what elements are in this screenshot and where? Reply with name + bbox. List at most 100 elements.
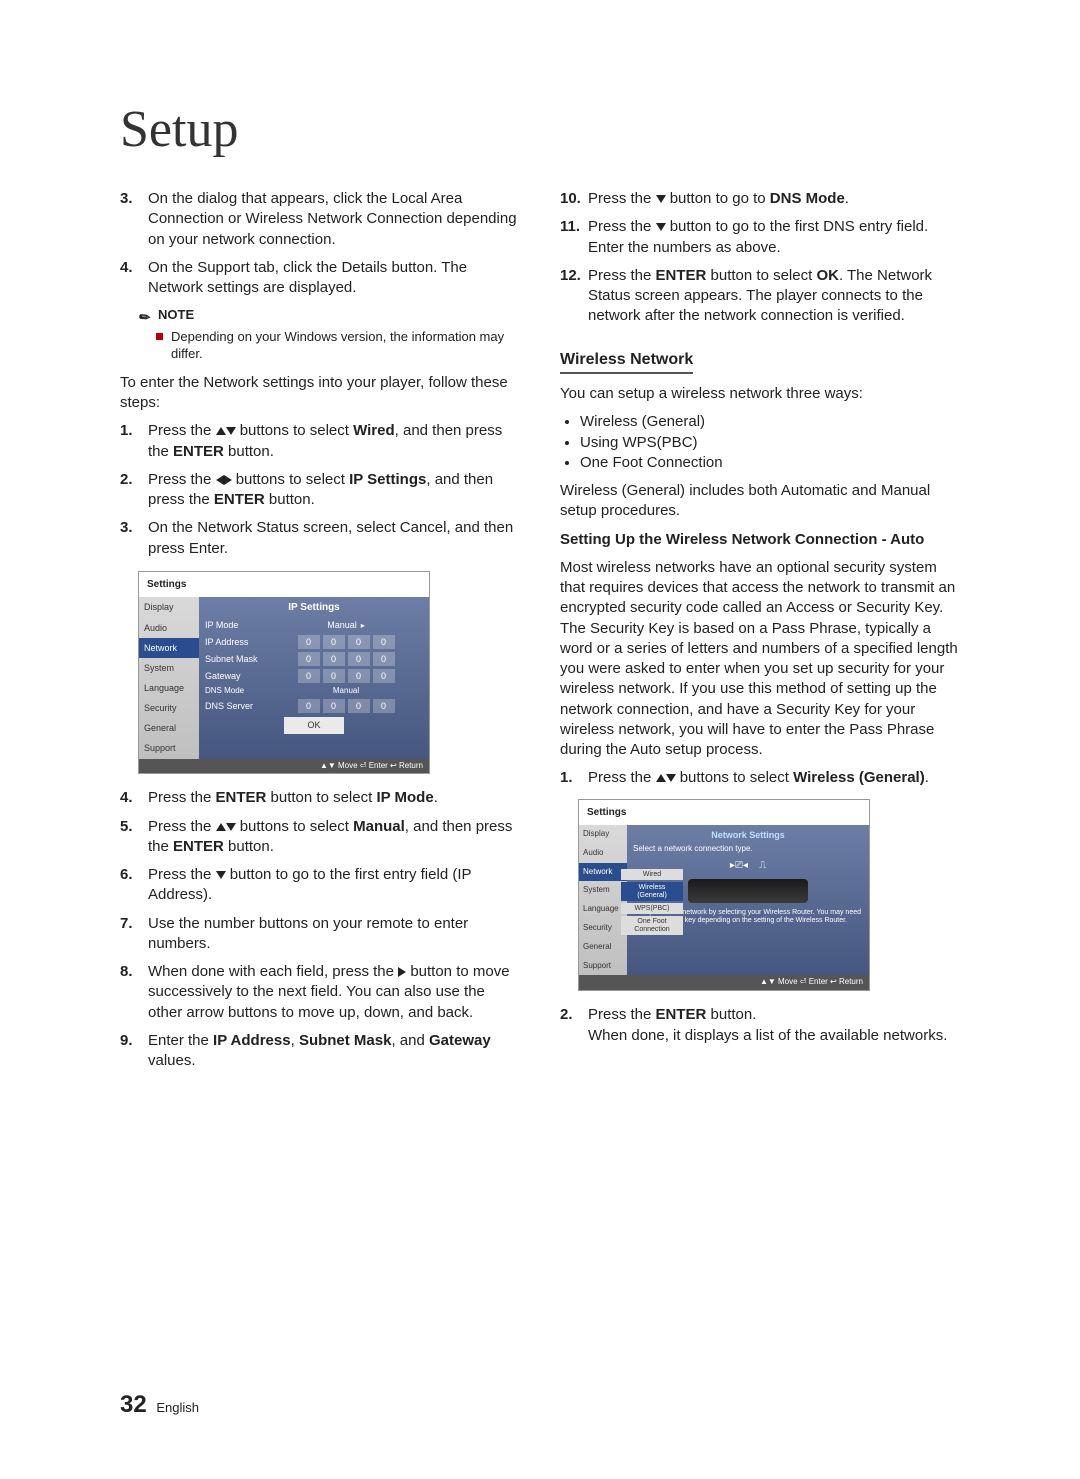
list-number: 12. [560, 266, 588, 327]
step-text: Use the number buttons on your remote to… [148, 914, 520, 955]
ip-octets: 0000 [269, 635, 423, 649]
hint-bar: ▲▼ Move ⏎ Enter ↩ Return [579, 975, 869, 990]
shot-sidebar: Display Audio Network System Language Se… [579, 825, 627, 975]
right-icon [398, 967, 406, 977]
ip-octets: 0000 [269, 669, 423, 683]
step-text: Press the buttons to select Manual, and … [148, 817, 520, 858]
list-number: 8. [120, 962, 148, 1023]
bullet-icon [156, 333, 163, 340]
paragraph: Wireless (General) includes both Automat… [560, 481, 960, 522]
sidebar-item-selected: Network [139, 638, 199, 658]
down-icon [656, 195, 666, 203]
step-text: On the Support tab, click the Details bu… [148, 258, 520, 299]
ip-octets: 0000 [269, 652, 423, 666]
list-number: 4. [120, 788, 148, 808]
step-text: Press the buttons to select IP Settings,… [148, 470, 520, 511]
down-icon [226, 823, 236, 831]
list-number: 2. [560, 1005, 588, 1046]
sidebar-item: General [139, 718, 199, 738]
list-number: 3. [120, 518, 148, 559]
sidebar-item: System [139, 658, 199, 678]
note-label: NOTE [158, 306, 194, 324]
subheading: Setting Up the Wireless Network Connecti… [560, 530, 960, 550]
note-header: ✎ NOTE [138, 306, 520, 324]
down-icon [666, 774, 676, 782]
option-wps: WPS(PBC) [621, 903, 683, 914]
sidebar-item: Security [139, 698, 199, 718]
list-number: 1. [560, 768, 588, 788]
step-text: Press the button to go to the first entr… [148, 865, 520, 906]
paragraph: To enter the Network settings into your … [120, 373, 520, 414]
connection-options: Wired Wireless (General) WPS(PBC) One Fo… [621, 869, 683, 935]
chevron-right-icon: ▸ [361, 621, 365, 630]
sidebar-item-selected: Network [579, 863, 627, 882]
list-item: Wireless (General) [580, 412, 960, 432]
field-value: Manual [269, 686, 423, 697]
step-text: On the dialog that appears, click the Lo… [148, 189, 520, 250]
up-icon [656, 774, 666, 782]
field-value: Manual▸ [269, 619, 423, 632]
ip-octets: 0000 [269, 699, 423, 713]
network-settings-screenshot: Settings Display Audio Network System La… [578, 799, 870, 992]
field-label: DNS Mode [205, 686, 269, 697]
sidebar-item: Support [579, 957, 627, 976]
ok-button: OK [284, 717, 344, 733]
sidebar-item: General [579, 938, 627, 957]
shot-title: Settings [139, 572, 429, 598]
sidebar-item: Display [579, 825, 627, 844]
list-item: One Foot Connection [580, 453, 960, 473]
up-icon [216, 823, 226, 831]
shot-title: Settings [579, 800, 869, 826]
option-wireless-general: Wireless (General) [621, 882, 683, 901]
list-number: 11. [560, 217, 588, 258]
down-icon [216, 871, 226, 879]
down-icon [656, 223, 666, 231]
paragraph: Most wireless networks have an optional … [560, 558, 960, 761]
footer-language: English [156, 1400, 199, 1415]
list-number: 7. [120, 914, 148, 955]
panel-title: Network Settings [633, 829, 863, 841]
page-title: Setup [120, 100, 960, 159]
option-onefoot: One Foot Connection [621, 916, 683, 935]
sidebar-item: Support [139, 738, 199, 758]
list-item: Using WPS(PBC) [580, 433, 960, 453]
field-label: DNS Server [205, 700, 269, 712]
hint-bar: ▲▼ Move ⏎ Enter ↩ Return [139, 759, 429, 774]
paragraph: You can setup a wireless network three w… [560, 384, 960, 404]
list-number: 10. [560, 189, 588, 209]
sidebar-item: Security [579, 919, 627, 938]
prompt-text: Select a network connection type. [633, 844, 863, 855]
right-column: 10.Press the button to go to DNS Mode. 1… [560, 189, 960, 1079]
note-text: Depending on your Windows version, the i… [171, 328, 520, 363]
left-icon [216, 475, 224, 485]
step-text: Press the button to go to the first DNS … [588, 217, 960, 258]
step-text: When done with each field, press the but… [148, 962, 520, 1023]
sidebar-item: Display [139, 597, 199, 617]
sidebar-item: Audio [579, 844, 627, 863]
sidebar-item: Audio [139, 618, 199, 638]
left-column: 3. On the dialog that appears, click the … [120, 189, 520, 1079]
wireless-heading: Wireless Network [560, 349, 693, 375]
sidebar-item: Language [579, 900, 627, 919]
pencil-icon: ✎ [135, 305, 155, 325]
step-text: Press the buttons to select Wireless (Ge… [588, 768, 960, 788]
field-label: IP Mode [205, 619, 269, 631]
page-number: 32 [120, 1391, 147, 1418]
list-number: 6. [120, 865, 148, 906]
step-text: Press the ENTER button.When done, it dis… [588, 1005, 960, 1046]
router-image [688, 879, 808, 903]
step-text: Press the ENTER button to select OK. The… [588, 266, 960, 327]
list-number: 4. [120, 258, 148, 299]
option-wired: Wired [621, 869, 683, 880]
list-number: 5. [120, 817, 148, 858]
sidebar-item: Language [139, 678, 199, 698]
field-label: IP Address [205, 636, 269, 648]
field-label: Gateway [205, 670, 269, 682]
sidebar-item: System [579, 881, 627, 900]
down-icon [226, 427, 236, 435]
field-label: Subnet Mask [205, 653, 269, 665]
panel-title: IP Settings [205, 601, 423, 615]
step-text: On the Network Status screen, select Can… [148, 518, 520, 559]
step-text: Press the button to go to DNS Mode. [588, 189, 960, 209]
ip-settings-screenshot: Settings Display Audio Network System La… [138, 571, 430, 774]
